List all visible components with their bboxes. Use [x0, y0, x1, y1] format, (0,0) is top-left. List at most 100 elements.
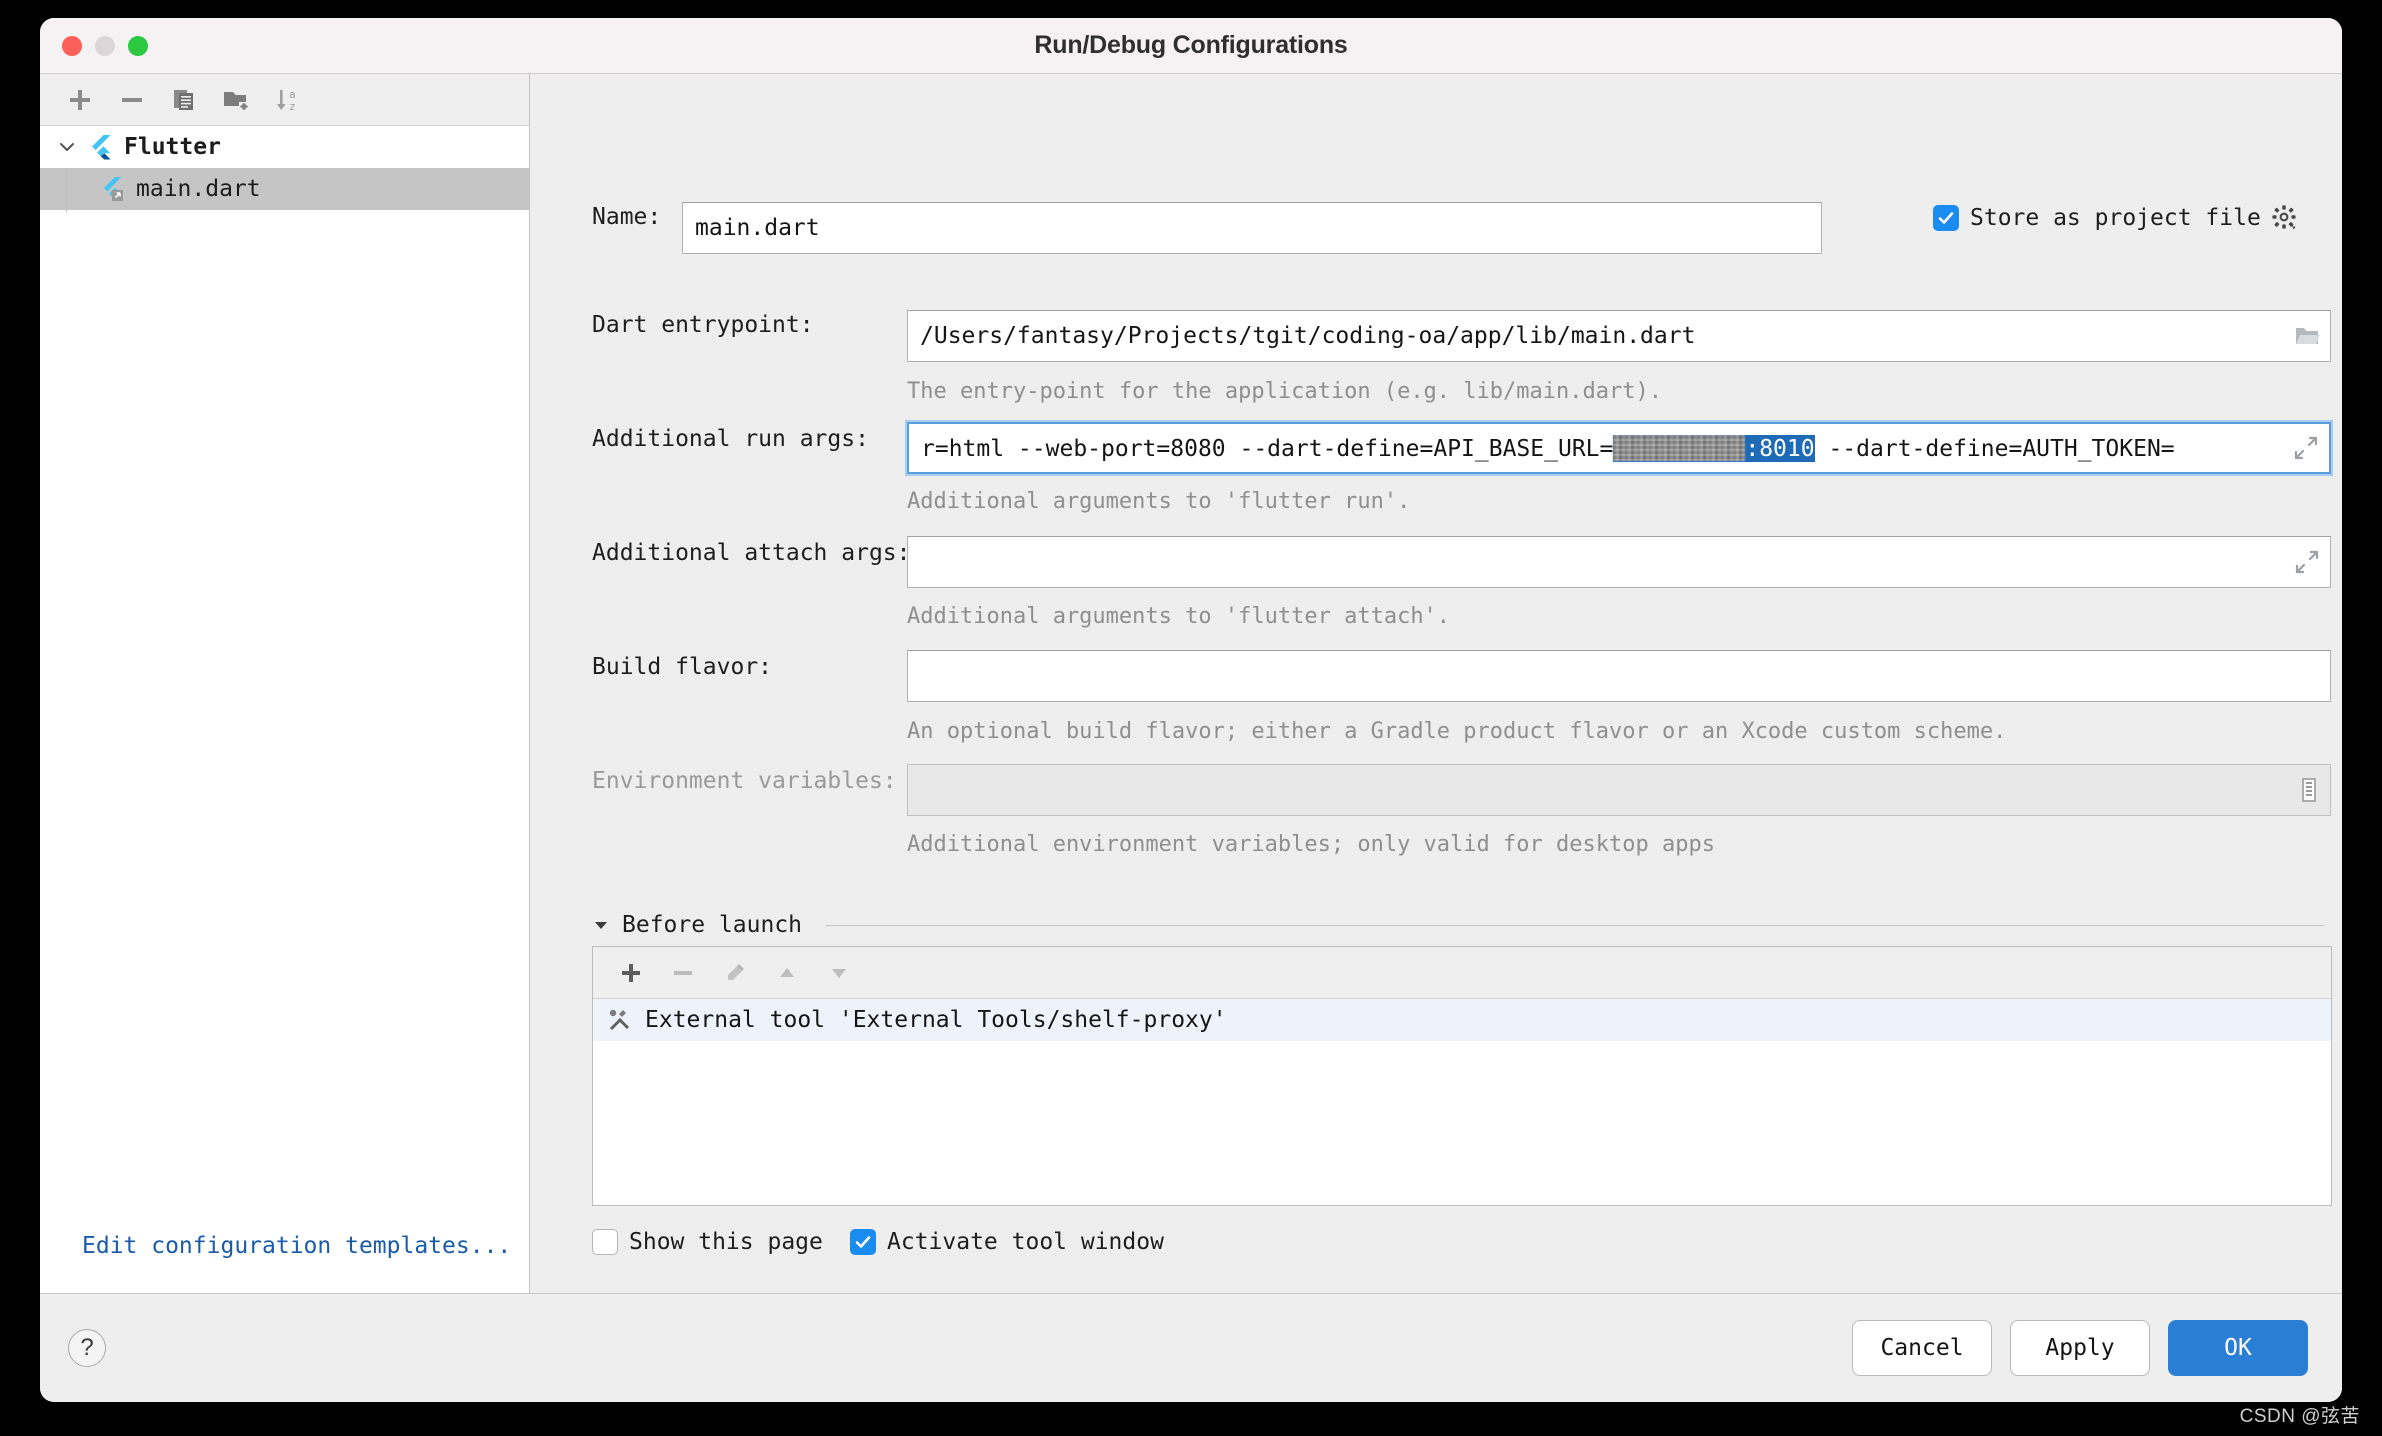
name-input[interactable]: main.dart	[682, 202, 1822, 254]
name-label: Name:	[592, 204, 662, 230]
additional-run-args-label: Additional run args:	[592, 426, 869, 452]
dart-entrypoint-hint: The entry-point for the application (e.g…	[907, 379, 1662, 404]
activate-tool-window-label: Activate tool window	[887, 1229, 1164, 1255]
plus-icon	[70, 89, 90, 110]
tree-group-label: Flutter	[124, 134, 221, 160]
redacted-host	[1613, 434, 1746, 461]
minus-icon	[674, 970, 692, 975]
gear-icon[interactable]	[2271, 204, 2299, 232]
configurations-tree[interactable]: Flutter main.dart	[40, 126, 529, 1233]
window-titlebar: Run/Debug Configurations	[40, 18, 2342, 74]
additional-run-args-hint: Additional arguments to 'flutter run'.	[907, 489, 1411, 514]
build-flavor-label-row: Build flavor:	[592, 654, 772, 680]
name-input-value: main.dart	[695, 215, 820, 241]
copy-configuration-button[interactable]	[158, 78, 210, 122]
edit-configuration-templates-link[interactable]: Edit configuration templates...	[40, 1233, 529, 1293]
check-icon	[855, 1236, 871, 1248]
sort-configurations-button[interactable]: a z	[262, 78, 314, 122]
before-launch-list[interactable]: External tool 'External Tools/shelf-prox…	[593, 999, 2331, 1205]
apply-button[interactable]: Apply	[2010, 1320, 2150, 1376]
expand-icon[interactable]	[2293, 435, 2319, 461]
arrow-up-icon	[780, 967, 794, 977]
dart-entrypoint-value: /Users/fantasy/Projects/tgit/coding-oa/a…	[920, 323, 1696, 349]
sort-alpha-icon: a z	[276, 88, 296, 113]
additional-attach-args-input[interactable]	[907, 536, 2331, 588]
activate-tool-window-checkbox[interactable]	[850, 1229, 876, 1255]
before-launch-divider	[826, 924, 2324, 926]
name-label-row: Name:	[592, 204, 661, 230]
before-launch-title: Before launch	[622, 912, 803, 938]
env-list-icon[interactable]	[2298, 777, 2320, 803]
environment-variables-label-row: Environment variables:	[592, 768, 897, 794]
help-button[interactable]: ?	[68, 1329, 106, 1367]
move-down-button	[813, 951, 865, 995]
edit-task-button	[709, 951, 761, 995]
folder-browse-icon[interactable]	[2294, 324, 2320, 348]
check-icon	[1938, 212, 1954, 224]
svg-text:z: z	[289, 100, 296, 113]
ok-button[interactable]: OK	[2168, 1320, 2308, 1376]
folder-add-icon	[224, 91, 249, 111]
hammer-wrench-icon	[607, 1007, 633, 1033]
add-configuration-button[interactable]	[54, 78, 106, 122]
list-item[interactable]: External tool 'External Tools/shelf-prox…	[593, 999, 2331, 1041]
additional-run-args-value: r=html --web-port=8080 --dart-define=API…	[921, 434, 2285, 462]
window-title: Run/Debug Configurations	[1034, 31, 1348, 59]
activate-tool-window-row[interactable]: Activate tool window	[850, 1229, 1164, 1255]
show-this-page-label: Show this page	[629, 1229, 823, 1255]
build-flavor-input[interactable]	[907, 650, 2331, 702]
remove-task-button	[657, 951, 709, 995]
environment-variables-label: Environment variables:	[592, 768, 897, 794]
zoom-button[interactable]	[128, 35, 148, 56]
configurations-toolbar: a z	[40, 74, 529, 126]
build-flavor-label: Build flavor:	[592, 654, 773, 680]
arrow-down-icon	[832, 968, 846, 978]
store-as-project-file-row[interactable]: Store as project file	[1933, 204, 2299, 232]
flutter-dart-icon	[96, 176, 130, 202]
cancel-button[interactable]: Cancel	[1852, 1320, 1992, 1376]
additional-run-args-input[interactable]: r=html --web-port=8080 --dart-define=API…	[907, 422, 2331, 474]
run-args-suffix: --dart-define=AUTH_TOKEN=	[1814, 435, 2175, 462]
tree-item-label: main.dart	[136, 176, 261, 202]
minimize-button[interactable]	[95, 35, 115, 56]
before-launch-panel: External tool 'External Tools/shelf-prox…	[592, 946, 2332, 1206]
configurations-pane: a z Flutter main.dart Edit configuration…	[40, 74, 530, 1293]
remove-configuration-button[interactable]	[106, 78, 158, 122]
copy-icon	[174, 89, 193, 110]
dialog-footer: ? Cancel Apply OK	[40, 1294, 2342, 1402]
store-as-project-file-label: Store as project file	[1970, 205, 2261, 231]
window-controls	[62, 35, 148, 56]
store-as-project-file-checkbox[interactable]	[1933, 205, 1959, 231]
additional-run-args-label-row: Additional run args:	[592, 426, 869, 452]
tree-item-main-dart[interactable]: main.dart	[40, 168, 529, 210]
run-args-prefix: r=html --web-port=8080 --dart-define=API…	[921, 435, 1614, 462]
minus-icon	[122, 97, 142, 102]
show-this-page-row[interactable]: Show this page	[592, 1229, 823, 1255]
environment-variables-input[interactable]	[907, 764, 2331, 816]
dart-entrypoint-input[interactable]: /Users/fantasy/Projects/tgit/coding-oa/a…	[907, 310, 2331, 362]
before-launch-header[interactable]: Before launch	[592, 912, 2324, 938]
close-button[interactable]	[62, 35, 82, 56]
expand-icon[interactable]	[2294, 549, 2320, 575]
triangle-down-icon[interactable]	[592, 916, 610, 934]
move-up-button	[761, 951, 813, 995]
dart-entrypoint-label: Dart entrypoint:	[592, 312, 814, 338]
environment-variables-hint: Additional environment variables; only v…	[907, 832, 1715, 857]
list-item-label: External tool 'External Tools/shelf-prox…	[645, 1007, 1227, 1033]
run-debug-configurations-dialog: Run/Debug Configurations a z Flutter mai…	[40, 18, 2342, 1402]
tree-guide-line	[66, 168, 67, 212]
additional-attach-args-label: Additional attach args:	[592, 540, 911, 566]
additional-attach-args-label-row: Additional attach args:	[592, 540, 911, 566]
plus-icon	[622, 963, 640, 982]
pencil-icon	[728, 963, 744, 980]
screenshot-root: Run/Debug Configurations a z Flutter mai…	[0, 0, 2382, 1436]
chevron-down-icon[interactable]	[50, 137, 84, 157]
tree-group-flutter[interactable]: Flutter	[40, 126, 529, 168]
dialog-body: a z Flutter main.dart Edit configuration…	[40, 74, 2342, 1294]
show-this-page-checkbox[interactable]	[592, 1229, 618, 1255]
configuration-form: Name: main.dart Store as project file Da…	[530, 74, 2342, 1293]
additional-attach-args-hint: Additional arguments to 'flutter attach'…	[907, 604, 1451, 629]
add-task-button[interactable]	[605, 951, 657, 995]
save-configuration-button[interactable]	[210, 78, 262, 122]
dart-entrypoint-label-row: Dart entrypoint:	[592, 312, 814, 338]
